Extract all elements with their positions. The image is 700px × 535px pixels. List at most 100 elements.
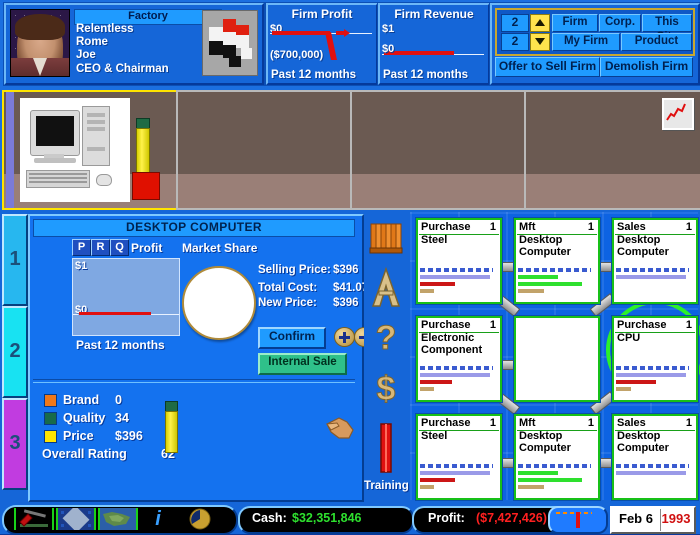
production-node[interactable]: Purchase 1 Electronic Component	[416, 316, 502, 402]
tab-product[interactable]: Product	[621, 33, 692, 51]
cash-value: $32,351,846	[292, 511, 362, 525]
node-bar	[420, 485, 434, 489]
inventory-icon[interactable]	[368, 218, 404, 258]
production-node[interactable]: Purchase 1 Steel	[416, 218, 502, 304]
node-quantity: 1	[587, 417, 594, 429]
toggle-quality[interactable]: Q	[110, 239, 129, 256]
level-number-bottom: 2	[501, 33, 529, 51]
building-lot-1[interactable]	[2, 90, 178, 210]
speed-slider[interactable]	[548, 506, 608, 534]
firm-revenue-header: Firm Revenue	[394, 7, 474, 21]
node-quantity: 1	[489, 319, 496, 331]
node-quantity: 1	[685, 221, 692, 233]
building-lot-2[interactable]	[176, 90, 352, 210]
production-chain-grid: Purchase 1 Steel Mft 1 Desktop Computer Sales 1 D…	[410, 212, 700, 500]
product-detail-panel: DESKTOP COMPUTER P R Q Profit Market Sha…	[28, 214, 375, 502]
node-type: Sales 1	[615, 221, 695, 235]
node-bar	[420, 380, 452, 384]
profit-graph: $1 $0	[72, 258, 180, 336]
node-type: Sales 1	[615, 417, 695, 431]
cash-display: Cash: $32,351,846	[238, 506, 414, 534]
node-bar	[420, 268, 493, 272]
svg-text:$: $	[377, 370, 396, 408]
firm-revenue-panel[interactable]: Firm Revenue $1 $0 Past 12 months	[378, 3, 490, 85]
node-item: Desktop Computer	[617, 430, 669, 454]
node-item: Steel	[421, 430, 448, 442]
side-tab-2[interactable]: 2	[2, 306, 28, 398]
offer-to-sell-firm-button[interactable]: Offer to Sell Firm	[495, 57, 600, 77]
node-bar	[420, 289, 434, 293]
plus-icon[interactable]	[334, 327, 355, 347]
advertising-icon[interactable]	[368, 266, 404, 310]
clock-icon[interactable]	[182, 508, 218, 530]
svg-text:?: ?	[376, 319, 397, 357]
node-type: Purchase 1	[419, 319, 499, 333]
firm-info-panel[interactable]: Factory Relentless Rome Joe CEO & Chairm…	[4, 3, 264, 85]
confirm-button[interactable]: Confirm	[258, 327, 326, 349]
node-quantity: 1	[685, 319, 692, 331]
firm-revenue-footer: Past 12 months	[383, 69, 468, 81]
building-lot-3[interactable]	[350, 90, 526, 210]
side-tab-3[interactable]: 3	[2, 398, 28, 490]
ceo-role: CEO & Chairman	[76, 62, 169, 75]
tools-icon[interactable]	[14, 508, 54, 530]
ceo-lastname: Rome	[76, 36, 108, 49]
node-type: Purchase 1	[419, 221, 499, 235]
tab-this-city[interactable]: This City	[642, 14, 692, 43]
toggle-price[interactable]: P	[72, 239, 91, 256]
side-tab-1-label: 1	[9, 248, 21, 270]
finance-icon[interactable]: $	[368, 368, 404, 410]
side-tab-1[interactable]: 1	[2, 214, 28, 306]
building-lot-strip	[0, 88, 700, 210]
desktop-computer-image	[20, 98, 130, 202]
node-bar	[420, 471, 490, 475]
pointing-hand-cursor	[325, 416, 355, 442]
world-map-icon[interactable]	[98, 508, 138, 530]
node-bar	[616, 387, 632, 391]
node-type: Mft 1	[517, 221, 597, 235]
profit-value: ($7,427,426)	[476, 511, 547, 525]
city-map-icon[interactable]	[56, 505, 96, 533]
price-swatch	[44, 430, 57, 443]
firm-profit-footer: Past 12 months	[271, 69, 356, 81]
down-arrow-icon[interactable]	[530, 33, 550, 51]
training-label: Training	[364, 480, 409, 492]
node-bar	[420, 478, 455, 482]
production-node-empty[interactable]	[514, 316, 600, 402]
production-node[interactable]: Purchase 1 Steel	[416, 414, 502, 500]
view-selector-group: 2 Firm Corp. This City 2 My Firm Product	[495, 8, 695, 56]
production-node[interactable]: Sales 1 Desktop Computer	[612, 218, 698, 304]
tab-my-firm[interactable]: My Firm	[552, 33, 620, 51]
chart-icon[interactable]	[662, 98, 694, 130]
node-type: Purchase 1	[419, 417, 499, 431]
toggle-rating[interactable]: R	[91, 239, 110, 256]
market-share-pie	[182, 266, 256, 340]
node-bar	[518, 268, 591, 272]
new-price-label: New Price:	[258, 297, 317, 309]
revenue-bottom-label: $0	[382, 43, 395, 55]
ceo-firstname: Joe	[76, 49, 96, 62]
firm-profit-panel[interactable]: Firm Profit $0 ($700,000) Past 12 months	[266, 3, 378, 85]
info-icon[interactable]: i	[140, 508, 176, 530]
training-icon[interactable]	[368, 422, 404, 476]
demolish-firm-button[interactable]: Demolish Firm	[600, 57, 693, 77]
node-bar	[616, 373, 686, 377]
tab-corp[interactable]: Corp.	[599, 14, 641, 32]
tab-firm[interactable]: Firm	[552, 14, 598, 32]
date-year: 1993	[661, 511, 691, 526]
production-node[interactable]: Mft 1 Desktop Computer	[514, 414, 600, 500]
internal-sale-button[interactable]: Internal Sale	[258, 353, 347, 375]
firm-profit-graph: $0 ($700,000)	[270, 23, 372, 63]
product-title: DESKTOP COMPUTER	[33, 219, 355, 237]
building-lot-4[interactable]	[524, 90, 700, 210]
main-panel: 1 2 3 DESKTOP COMPUTER P R Q Profit Mark…	[0, 210, 700, 502]
production-node[interactable]: Mft 1 Desktop Computer	[514, 218, 600, 304]
production-node[interactable]: Sales 1 Desktop Computer	[612, 414, 698, 500]
help-icon[interactable]: ?	[368, 318, 404, 360]
node-type: Purchase 1	[615, 319, 695, 333]
node-item: Desktop Computer	[617, 234, 669, 258]
up-arrow-icon[interactable]	[530, 14, 550, 32]
lot-marker	[132, 172, 160, 200]
node-quantity: 1	[587, 221, 594, 233]
production-node[interactable]: Purchase 1 CPU	[612, 316, 698, 402]
